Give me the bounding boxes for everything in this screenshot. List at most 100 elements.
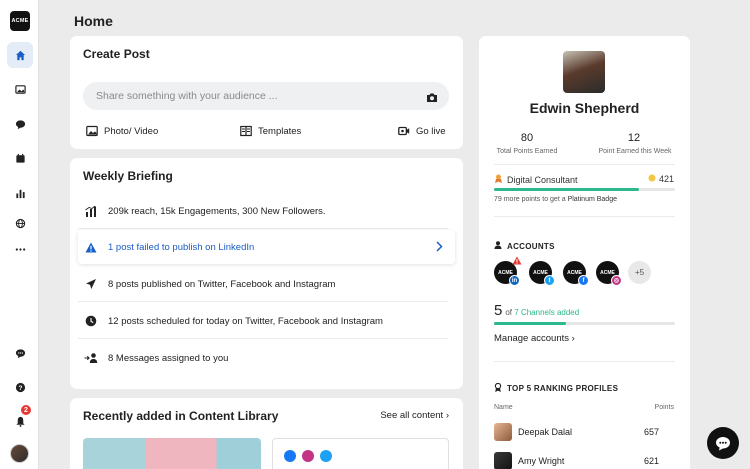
rank-badge-icon	[494, 174, 503, 185]
twitter-icon	[320, 450, 332, 462]
ranking-row[interactable]: Deepak Dalal 657	[494, 423, 675, 443]
camera-icon[interactable]	[426, 90, 438, 108]
total-points-value: 80	[520, 132, 534, 144]
profile-divider	[494, 216, 675, 217]
warning-icon	[84, 240, 98, 254]
ranking-heading: TOP 5 RANKING PROFILES	[494, 382, 619, 394]
profile-photo	[563, 51, 605, 93]
more-points-text: 79 more points to get a Platinum Badge	[494, 196, 617, 203]
chevron-right-icon[interactable]	[435, 241, 443, 255]
account-logo: ACME	[600, 269, 615, 276]
role-row: Digital Consultant	[494, 174, 578, 185]
profile-panel: Edwin Shepherd 80 Total Points Earned 12…	[479, 36, 690, 469]
ranking-avatar	[494, 452, 512, 469]
more-accounts-button[interactable]: +5	[628, 261, 651, 284]
post-input[interactable]: Share something with your audience ...	[83, 82, 449, 110]
account-facebook[interactable]: ACME f	[563, 261, 589, 286]
assign-user-icon	[84, 351, 98, 365]
clock-icon	[84, 314, 98, 328]
channels-progress-bar	[494, 322, 675, 325]
week-points-value: 12	[627, 132, 641, 144]
briefing-item-failed-post[interactable]: 1 post failed to publish on LinkedIn	[78, 230, 455, 264]
account-linkedin[interactable]: ACME in	[494, 256, 522, 286]
help-nav-icon[interactable]: ?	[7, 374, 33, 400]
briefing-divider	[78, 338, 448, 339]
facebook-icon: f	[578, 275, 589, 286]
image-icon	[86, 125, 98, 137]
role-label: Digital Consultant	[507, 174, 578, 185]
week-points-label: Point Earned this Week	[598, 148, 672, 155]
linkedin-icon: in	[509, 275, 520, 286]
ranking-name-header: Name	[494, 404, 513, 411]
briefing-item-text: 1 post failed to publish on LinkedIn	[108, 241, 255, 253]
trophy-icon	[494, 382, 502, 394]
ranking-row[interactable]: Amy Wright 621	[494, 452, 675, 469]
briefing-divider	[78, 228, 448, 229]
account-logo: ACME	[533, 269, 548, 276]
media-nav-icon[interactable]	[7, 76, 33, 102]
manage-accounts-link[interactable]: Manage accounts ›	[494, 333, 575, 344]
briefing-divider	[78, 301, 448, 302]
briefing-item-text: 8 posts published on Twitter, Facebook a…	[108, 278, 336, 290]
library-item-post[interactable]	[272, 438, 449, 469]
briefing-item-scheduled[interactable]: 12 posts scheduled for today on Twitter,…	[78, 304, 455, 338]
ranking-heading-text: TOP 5 RANKING PROFILES	[507, 384, 619, 393]
create-post-card: Create Post Share something with your au…	[70, 36, 463, 149]
library-item-image[interactable]	[83, 438, 261, 469]
account-logo: ACME	[567, 269, 582, 276]
notifications-nav-icon[interactable]: 2	[7, 405, 33, 434]
more-points-prefix: 79 more points to get a	[494, 196, 566, 203]
go-live-button[interactable]: Go live	[398, 125, 446, 137]
analytics-nav-icon[interactable]	[7, 180, 33, 206]
sidebar: ACME ? 2	[0, 0, 39, 469]
svg-text:?: ?	[18, 384, 22, 391]
photo-video-button[interactable]: Photo/ Video	[86, 125, 158, 137]
twitter-icon: t	[544, 275, 555, 286]
channels-suffix: Channels added	[520, 308, 580, 317]
briefing-item-messages[interactable]: 8 Messages assigned to you	[78, 341, 455, 375]
account-instagram[interactable]: ACME ◎	[596, 261, 622, 286]
ranking-name: Amy Wright	[518, 456, 565, 466]
role-points-value: 421	[658, 174, 674, 184]
briefing-item-reach[interactable]: 209k reach, 15k Engagements, 300 New Fol…	[78, 194, 455, 228]
platinum-badge-label: Platinum Badge	[567, 196, 617, 203]
channels-added: 5 of 7 Channels added	[494, 302, 579, 319]
messages-nav-icon[interactable]	[7, 111, 33, 137]
warning-icon	[512, 256, 522, 267]
templates-button[interactable]: Templates	[240, 125, 301, 137]
channels-total: 7	[514, 308, 519, 317]
globe-nav-icon[interactable]	[7, 210, 33, 236]
ranking-name: Deepak Dalal	[518, 427, 573, 437]
instagram-icon	[302, 450, 314, 462]
notification-count-badge: 2	[21, 405, 31, 415]
chat-support-button[interactable]	[707, 427, 739, 459]
ranking-points-header: Points	[654, 404, 674, 411]
facebook-icon	[284, 450, 296, 462]
user-icon	[494, 241, 502, 251]
briefing-item-text: 8 Messages assigned to you	[108, 352, 229, 364]
acme-logo[interactable]: ACME	[10, 11, 30, 31]
coin-icon	[648, 174, 656, 184]
briefing-item-published[interactable]: 8 posts published on Twitter, Facebook a…	[78, 267, 455, 301]
ranking-points: 621	[643, 456, 659, 466]
chat-nav-icon[interactable]	[7, 340, 33, 366]
weekly-briefing-title: Weekly Briefing	[83, 169, 173, 183]
profile-divider	[494, 361, 675, 362]
account-logo: ACME	[498, 269, 513, 276]
post-input-placeholder: Share something with your audience ...	[96, 90, 278, 102]
badge-progress-bar	[494, 188, 675, 191]
user-avatar[interactable]	[10, 444, 29, 463]
briefing-item-text: 209k reach, 15k Engagements, 300 New Fol…	[108, 205, 326, 217]
calendar-nav-icon[interactable]	[7, 145, 33, 171]
channels-of: of	[505, 308, 513, 317]
home-nav-icon[interactable]	[7, 42, 33, 68]
channels-count: 5	[494, 302, 503, 319]
go-live-label: Go live	[416, 125, 446, 137]
account-twitter[interactable]: ACME t	[529, 261, 555, 286]
instagram-icon: ◎	[611, 275, 622, 286]
bar-chart-icon	[84, 204, 98, 218]
accounts-heading-text: ACCOUNTS	[507, 241, 555, 251]
briefing-item-text: 12 posts scheduled for today on Twitter,…	[108, 315, 383, 327]
see-all-content-link[interactable]: See all content ›	[380, 410, 449, 421]
more-nav-icon[interactable]	[7, 236, 33, 262]
